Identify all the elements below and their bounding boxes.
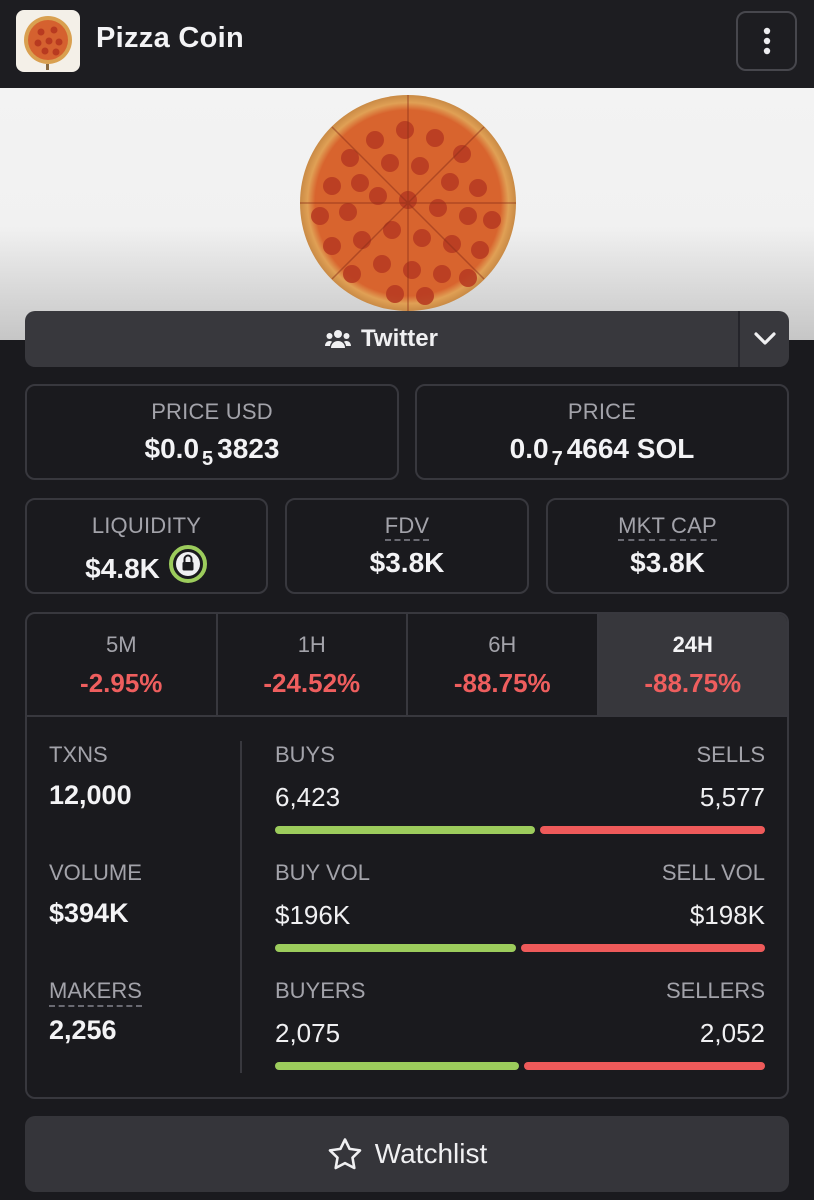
price-change: -2.95% (80, 668, 163, 698)
price-change: -88.75% (644, 668, 742, 698)
liquidity-label: LIQUIDITY (91, 513, 202, 538)
makers-value: 2,256 (49, 1015, 117, 1045)
social-dropdown-toggle[interactable] (738, 311, 789, 367)
watchlist-button[interactable]: Watchlist (25, 1116, 789, 1192)
buy-segment (275, 1062, 519, 1070)
volume-value: $394K (49, 898, 129, 928)
liquidity-value: $4.8K (27, 544, 266, 594)
buy-segment (275, 826, 535, 834)
more-menu-button[interactable] (736, 11, 797, 71)
sells-value: 5,577 (699, 782, 765, 812)
sellers-value: 2,052 (699, 1018, 765, 1048)
volume-label: VOLUME (49, 860, 142, 885)
sell-segment (524, 1062, 765, 1070)
buys-sells-row: BUYS SELLS 6,423 5,577 (275, 742, 765, 842)
top-bar: Pizza Coin (0, 0, 814, 88)
buy-segment (275, 944, 516, 952)
timeframe-tabs: 5M -2.95% 1H -24.52% 6H -88.75% 24H -88.… (27, 614, 787, 717)
price-native-card: PRICE 0.0 7 4664 SOL (415, 384, 789, 480)
buyers-label: BUYERS (275, 978, 366, 1003)
makers-label[interactable]: MAKERS (49, 978, 142, 1007)
mktcap-value: $3.8K (630, 547, 705, 578)
social-links-bar: Twitter (25, 311, 789, 367)
sell-vol-value: $198K (689, 900, 765, 930)
chevron-down-icon (753, 332, 776, 345)
price-change: -88.75% (453, 668, 551, 698)
makers-metric: MAKERS 2,256 (49, 978, 142, 1046)
price-usd-label: PRICE USD (151, 399, 273, 424)
volume-metric: VOLUME $394K (49, 860, 142, 929)
sell-vol-label: SELL VOL (661, 860, 765, 885)
token-banner (0, 88, 814, 340)
tab-label: 1H (297, 632, 326, 657)
tab-label: 6H (488, 632, 517, 657)
token-name: Pizza Coin (96, 22, 245, 54)
tab-6h[interactable]: 6H -88.75% (408, 614, 599, 715)
price-native-value: 0.0 7 4664 SOL (509, 433, 695, 470)
txns-metric: TXNS 12,000 (49, 742, 132, 811)
price-change: -24.52% (263, 668, 361, 698)
column-divider (240, 741, 242, 1073)
price-native-label: PRICE (567, 399, 637, 424)
pizza-banner-image (300, 95, 516, 311)
tab-24h[interactable]: 24H -88.75% (598, 614, 787, 715)
tab-1h[interactable]: 1H -24.52% (218, 614, 408, 715)
fdv-label[interactable]: FDV (384, 513, 430, 541)
buys-label: BUYS (275, 742, 335, 767)
buys-sells-ratio-bar (275, 826, 765, 834)
tab-label: 5M (105, 632, 137, 657)
sell-segment (521, 944, 765, 952)
lock-icon[interactable] (168, 544, 208, 591)
volume-ratio-bar (275, 944, 765, 952)
fdv-card: FDV $3.8K (285, 498, 529, 594)
sells-label: SELLS (696, 742, 766, 767)
tab-label: 24H (672, 632, 713, 657)
price-usd-value: $0.0 5 3823 (144, 433, 280, 470)
buyers-sellers-row: BUYERS SELLERS 2,075 2,052 (275, 978, 765, 1078)
liquidity-card: LIQUIDITY $4.8K (25, 498, 268, 594)
sell-segment (540, 826, 765, 834)
star-icon (328, 1138, 362, 1170)
txns-value: 12,000 (49, 780, 132, 810)
watchlist-label: Watchlist (374, 1138, 488, 1169)
makers-ratio-bar (275, 1062, 765, 1070)
token-logo (16, 10, 80, 72)
tab-5m[interactable]: 5M -2.95% (27, 614, 218, 715)
users-icon (325, 330, 352, 348)
stats-panel: 5M -2.95% 1H -24.52% 6H -88.75% 24H -88.… (25, 612, 789, 1099)
mktcap-label[interactable]: MKT CAP (618, 513, 717, 541)
buy-vol-label: BUY VOL (275, 860, 370, 885)
sellers-label: SELLERS (665, 978, 765, 1003)
txns-label: TXNS (49, 742, 108, 767)
buys-value: 6,423 (275, 782, 341, 812)
mktcap-card: MKT CAP $3.8K (546, 498, 789, 594)
buyers-value: 2,075 (275, 1018, 341, 1048)
twitter-link-label: Twitter (361, 325, 438, 352)
buy-sell-vol-row: BUY VOL SELL VOL $196K $198K (275, 860, 765, 960)
twitter-link-button[interactable]: Twitter (25, 311, 738, 367)
kebab-icon (763, 27, 770, 55)
price-usd-card: PRICE USD $0.0 5 3823 (25, 384, 399, 480)
fdv-value: $3.8K (369, 547, 445, 578)
buy-vol-value: $196K (275, 900, 351, 930)
